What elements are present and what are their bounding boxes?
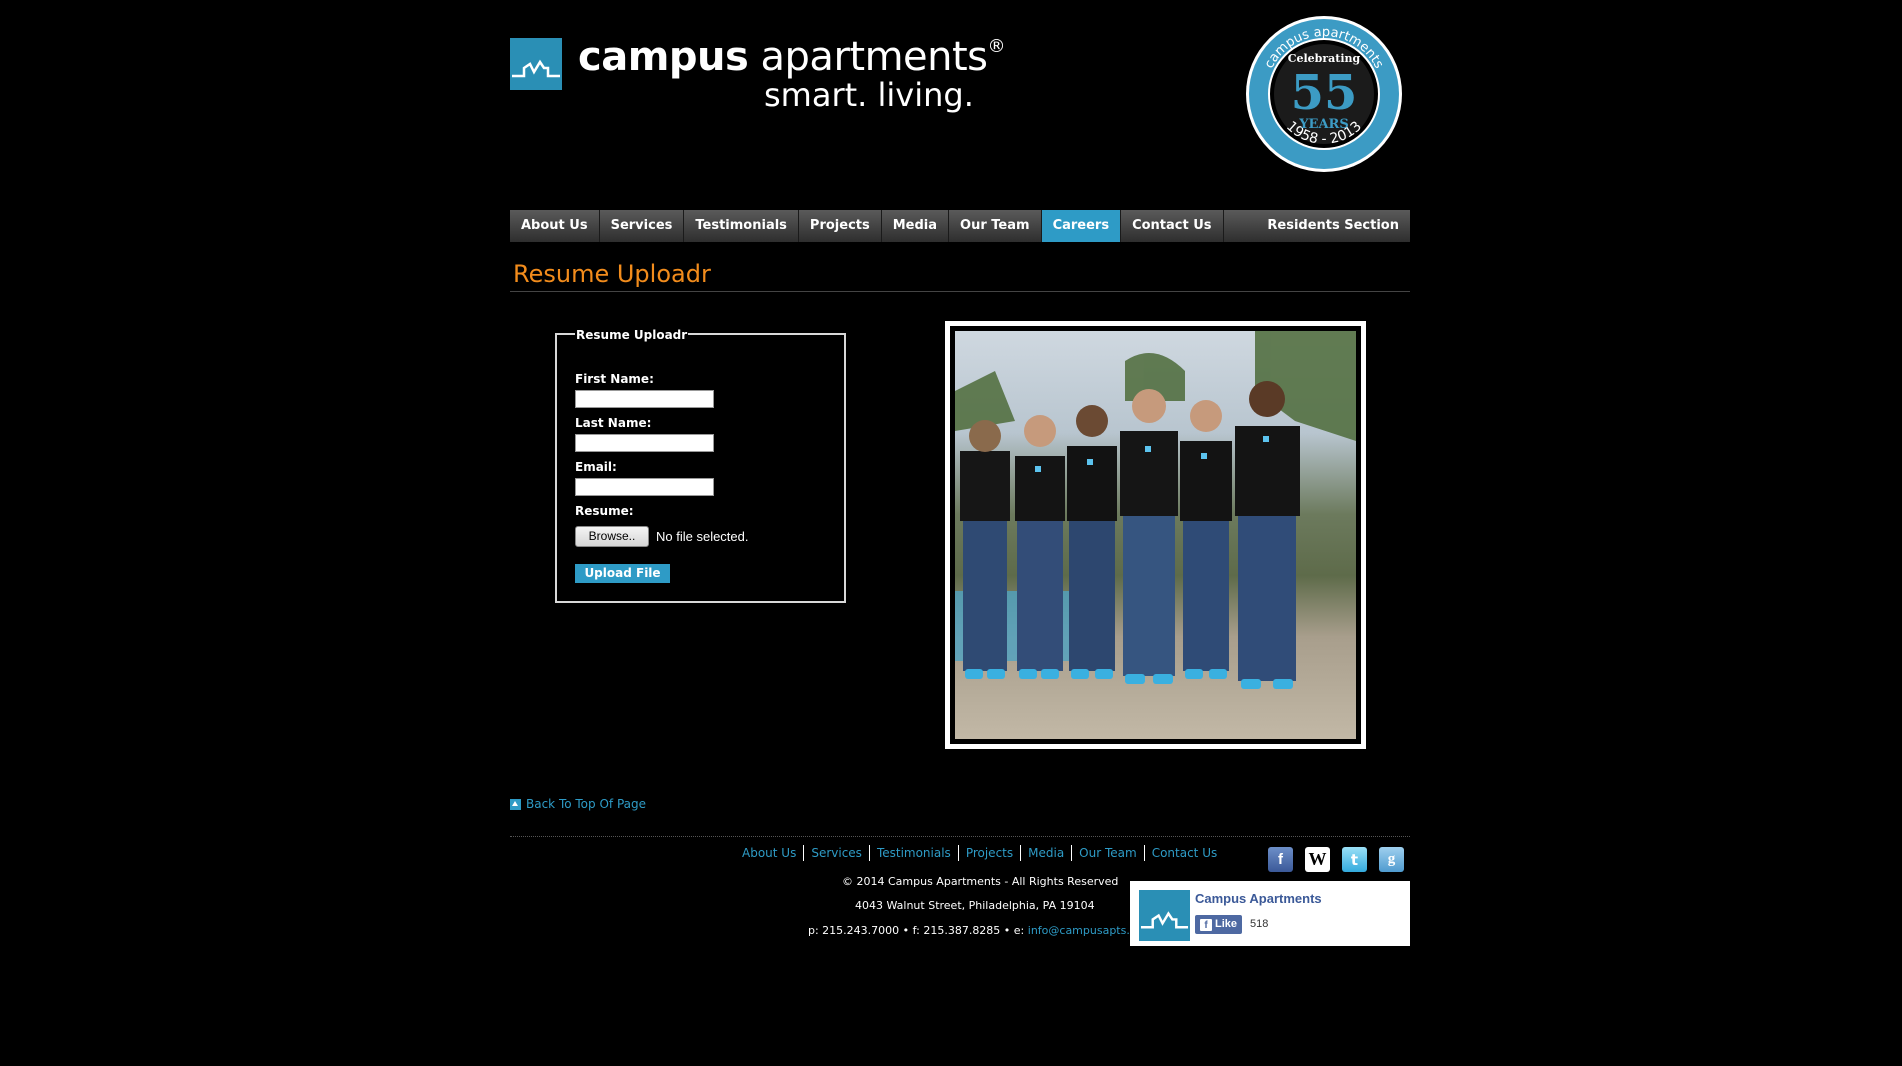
facebook-like-count: 518 xyxy=(1250,918,1269,930)
facebook-icon[interactable]: f xyxy=(1268,847,1293,872)
upload-file-button[interactable]: Upload File xyxy=(575,564,670,583)
contact-phone-fax: p: 215.243.7000 • f: 215.387.8285 • e: xyxy=(808,924,1028,937)
resume-label: Resume: xyxy=(575,504,634,518)
copyright: © 2014 Campus Apartments - All Rights Re… xyxy=(842,875,1119,888)
title-divider xyxy=(510,291,1410,292)
facebook-page-logo-icon[interactable] xyxy=(1139,890,1190,941)
anniversary-badge: campus apartments 1958 - 2013 Celebratin… xyxy=(1244,14,1404,174)
facebook-like-label: Like xyxy=(1215,918,1238,930)
browse-button[interactable]: Browse.. xyxy=(575,526,649,547)
footer-link-our-team[interactable]: Our Team xyxy=(1072,845,1145,861)
nav-residents-section[interactable]: Residents Section xyxy=(1256,210,1410,242)
nav-our-team[interactable]: Our Team xyxy=(949,210,1042,242)
google-icon[interactable]: g xyxy=(1379,847,1404,872)
twitter-icon[interactable]: t xyxy=(1342,847,1367,872)
nav-testimonials[interactable]: Testimonials xyxy=(684,210,799,242)
facebook-like-box: Campus Apartments f Like 518 xyxy=(1130,881,1410,946)
facebook-f-icon: f xyxy=(1200,918,1212,931)
footer-link-media[interactable]: Media xyxy=(1021,845,1073,861)
logo-name-light: apartments xyxy=(760,34,989,80)
logo-mark-icon xyxy=(510,38,562,90)
nav-projects[interactable]: Projects xyxy=(799,210,882,242)
email-label: Email: xyxy=(575,460,617,474)
main-nav: About Us Services Testimonials Projects … xyxy=(510,210,1410,242)
badge-years-label: YEARS xyxy=(1298,117,1348,132)
last-name-label: Last Name: xyxy=(575,416,652,430)
logo-tagline: smart. living. xyxy=(764,76,974,114)
team-photo-frame xyxy=(945,321,1366,749)
page: campus apartments® smart. living. campus… xyxy=(0,0,1902,1066)
facebook-page-name[interactable]: Campus Apartments xyxy=(1195,891,1322,906)
wikipedia-icon[interactable]: W xyxy=(1305,847,1330,872)
footer-links: About Us Services Testimonials Projects … xyxy=(735,845,1224,861)
last-name-field[interactable] xyxy=(575,434,714,452)
nav-media[interactable]: Media xyxy=(882,210,950,242)
facebook-like-button[interactable]: f Like xyxy=(1195,915,1243,934)
logo-name-bold: campus xyxy=(578,34,749,80)
arrow-up-icon xyxy=(510,798,521,810)
logo-registered: ® xyxy=(987,36,1006,57)
nav-services[interactable]: Services xyxy=(600,210,685,242)
address: 4043 Walnut Street, Philadelphia, PA 191… xyxy=(855,899,1095,912)
nav-contact-us[interactable]: Contact Us xyxy=(1121,210,1224,242)
nav-about-us[interactable]: About Us xyxy=(510,210,600,242)
site-logo[interactable]: campus apartments® smart. living. xyxy=(510,34,1006,118)
logo-wordmark: campus apartments® xyxy=(578,34,1006,80)
footer-divider xyxy=(510,836,1410,837)
first-name-field[interactable] xyxy=(575,390,714,408)
resume-form: Resume Uploadr First Name: Last Name: Em… xyxy=(555,327,846,603)
page-title: Resume Uploadr xyxy=(513,260,711,288)
back-to-top-label: Back To Top Of Page xyxy=(526,797,646,811)
badge-years-number: 55 xyxy=(1291,65,1358,121)
nav-careers[interactable]: Careers xyxy=(1041,210,1122,242)
social-icons: f W t g xyxy=(1268,847,1404,872)
first-name-label: First Name: xyxy=(575,372,654,386)
footer-link-about-us[interactable]: About Us xyxy=(735,845,805,861)
footer-link-testimonials[interactable]: Testimonials xyxy=(870,845,959,861)
footer-link-contact-us[interactable]: Contact Us xyxy=(1145,845,1225,861)
footer-link-services[interactable]: Services xyxy=(804,845,870,861)
form-legend: Resume Uploadr xyxy=(575,327,689,343)
team-photo xyxy=(955,331,1356,739)
badge-celebrating: Celebrating xyxy=(1288,52,1361,65)
email-field[interactable] xyxy=(575,478,714,496)
back-to-top-link[interactable]: Back To Top Of Page xyxy=(510,797,646,811)
contact-line: p: 215.243.7000 • f: 215.387.8285 • e: i… xyxy=(808,924,1153,937)
footer-link-projects[interactable]: Projects xyxy=(959,845,1022,861)
file-status: No file selected. xyxy=(656,529,749,544)
